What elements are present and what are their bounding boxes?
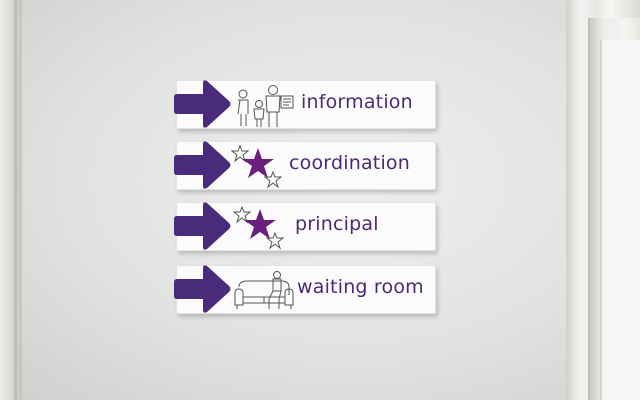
family-icon: [237, 85, 294, 127]
arrow-right-icon: [174, 141, 231, 189]
sign-information: information: [174, 80, 436, 129]
sign-label: principal: [295, 213, 379, 235]
arrow-right-icon: [174, 202, 231, 250]
stars-icon: [233, 206, 285, 250]
sign-label: waiting room: [297, 276, 424, 298]
sign-label: coordination: [289, 152, 410, 174]
door-frame-left: [0, 0, 22, 400]
sign-label: information: [301, 91, 413, 113]
sofa-icon: [234, 271, 294, 309]
door-frame-right: [566, 0, 640, 400]
sign-waiting-room: waiting room: [174, 265, 436, 314]
arrow-right-icon: [174, 265, 231, 313]
sign-principal: principal: [174, 202, 436, 251]
sign-coordination: coordination: [174, 141, 436, 190]
arrow-right-icon: [174, 80, 231, 128]
stars-icon: [231, 145, 283, 189]
wall: [0, 0, 640, 400]
